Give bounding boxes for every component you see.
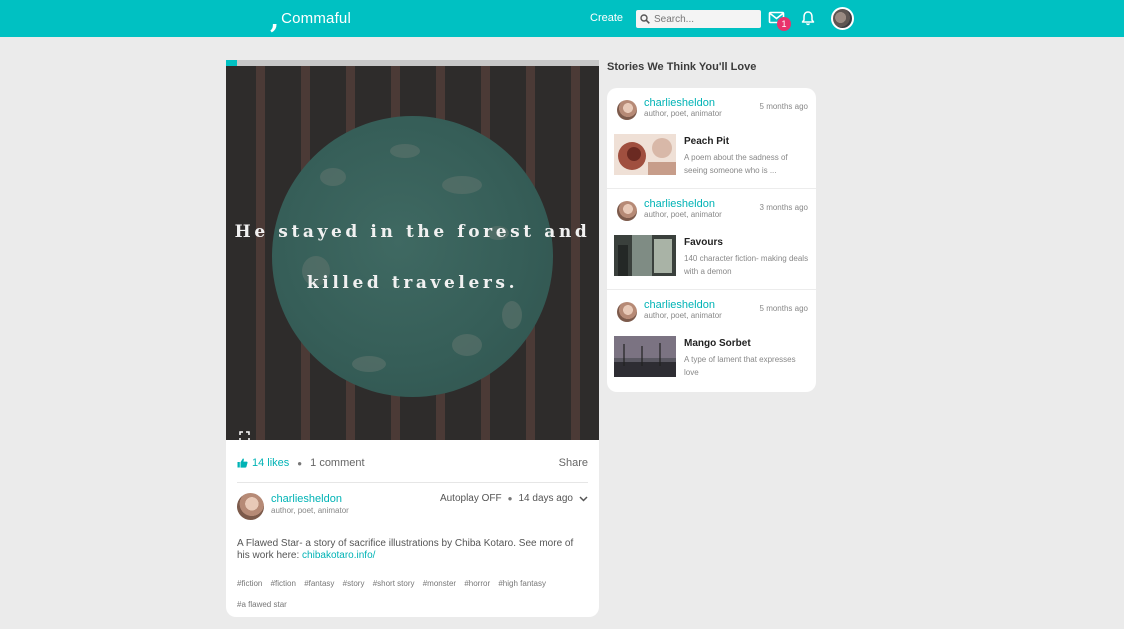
mail-badge: 1 — [777, 17, 791, 31]
author-role: author, poet, animator — [271, 506, 349, 515]
tag-link[interactable]: #a flawed star — [237, 600, 287, 609]
rec-time: 3 months ago — [759, 203, 808, 212]
comments-link[interactable]: 1 comment — [310, 457, 364, 469]
separator-dot: ● — [507, 494, 513, 503]
rec-author-name[interactable]: charliesheldon — [644, 299, 715, 311]
story-actions: 14 likes ● 1 comment Share — [237, 452, 588, 483]
rec-time: 5 months ago — [759, 304, 808, 313]
search-input[interactable] — [654, 13, 754, 25]
tag-link[interactable]: #fantasy — [304, 579, 334, 588]
moon-illustration — [272, 116, 553, 397]
story-description: A Flawed Star- a story of sacrifice illu… — [237, 538, 588, 562]
rec-time: 5 months ago — [759, 102, 808, 111]
rec-title[interactable]: Peach Pit — [684, 136, 729, 147]
rec-title[interactable]: Favours — [684, 237, 723, 248]
stripe — [571, 66, 580, 440]
author-name[interactable]: charliesheldon — [271, 493, 342, 505]
author-avatar[interactable] — [617, 302, 637, 322]
chevron-down-icon[interactable] — [579, 495, 588, 502]
recommendations-card: charliesheldon author, poet, animator 5 … — [607, 88, 816, 392]
moon-spot — [390, 144, 420, 158]
story-card: He stayed in the forest and killed trave… — [226, 60, 599, 617]
rec-description: A poem about the sadness of seeing someo… — [684, 153, 788, 175]
rec-description: A type of lament that expresses love — [684, 355, 796, 377]
likes-link[interactable]: 14 likes — [252, 457, 289, 469]
create-link[interactable]: Create — [590, 12, 623, 24]
recommendation-item[interactable]: charliesheldon author, poet, animator 5 … — [607, 290, 816, 391]
top-bar: , Commaful Create 1 — [0, 0, 1124, 37]
rec-description: 140 character fiction- making deals with… — [684, 254, 809, 276]
search-box[interactable] — [636, 10, 761, 28]
bell-icon[interactable] — [800, 10, 816, 26]
tag-link[interactable]: #fiction — [271, 579, 296, 588]
story-meta: Autoplay OFF ● 14 days ago — [440, 493, 588, 504]
description-link[interactable]: chibakotaro.info/ — [302, 550, 375, 561]
logo[interactable]: , Commaful — [270, 5, 352, 35]
moon-spot — [352, 356, 386, 372]
moon-spot — [452, 334, 482, 356]
autoplay-toggle[interactable]: Autoplay OFF — [440, 493, 502, 504]
tag-list: #fiction #fiction #fantasy #story #short… — [237, 573, 588, 615]
description-text: A Flawed Star- a story of sacrifice illu… — [237, 538, 574, 561]
separator-dot: ● — [297, 458, 303, 468]
tag-link[interactable]: #high fantasy — [498, 579, 546, 588]
tag-link[interactable]: #fiction — [237, 579, 262, 588]
user-avatar[interactable] — [831, 7, 854, 30]
rec-thumbnail[interactable] — [614, 336, 676, 377]
expand-icon[interactable] — [239, 431, 250, 440]
comma-logo-icon: , — [270, 5, 280, 35]
moon-spot — [502, 301, 522, 329]
rec-thumbnail[interactable] — [614, 235, 676, 276]
story-text-line-2: killed travelers. — [306, 273, 519, 293]
moon-spot — [320, 168, 346, 186]
tag-link[interactable]: #short story — [373, 579, 415, 588]
rec-author-role: author, poet, animator — [644, 311, 722, 320]
rec-author-role: author, poet, animator — [644, 210, 722, 219]
posted-time: 14 days ago — [518, 493, 574, 504]
logo-text: Commaful — [281, 9, 352, 27]
rec-author-name[interactable]: charliesheldon — [644, 198, 715, 210]
rec-author-role: author, poet, animator — [644, 109, 722, 118]
search-icon — [640, 14, 650, 24]
recommendations-title: Stories We Think You'll Love — [607, 61, 757, 73]
rec-author-name[interactable]: charliesheldon — [644, 97, 715, 109]
share-button[interactable]: Share — [559, 457, 588, 469]
rec-thumbnail[interactable] — [614, 134, 676, 175]
stripe — [256, 66, 265, 440]
author-avatar[interactable] — [237, 493, 264, 520]
author-avatar[interactable] — [617, 201, 637, 221]
recommendation-item[interactable]: charliesheldon author, poet, animator 3 … — [607, 189, 816, 290]
thumbs-up-icon[interactable] — [237, 458, 248, 468]
tag-link[interactable]: #story — [343, 579, 365, 588]
moon-spot — [442, 176, 482, 194]
tag-link[interactable]: #monster — [423, 579, 456, 588]
tag-link[interactable]: #horror — [464, 579, 490, 588]
recommendation-item[interactable]: charliesheldon author, poet, animator 5 … — [607, 88, 816, 189]
author-avatar[interactable] — [617, 100, 637, 120]
rec-title[interactable]: Mango Sorbet — [684, 338, 751, 349]
story-image[interactable]: He stayed in the forest and killed trave… — [226, 66, 599, 440]
story-text-line-1: He stayed in the forest and — [234, 222, 591, 242]
